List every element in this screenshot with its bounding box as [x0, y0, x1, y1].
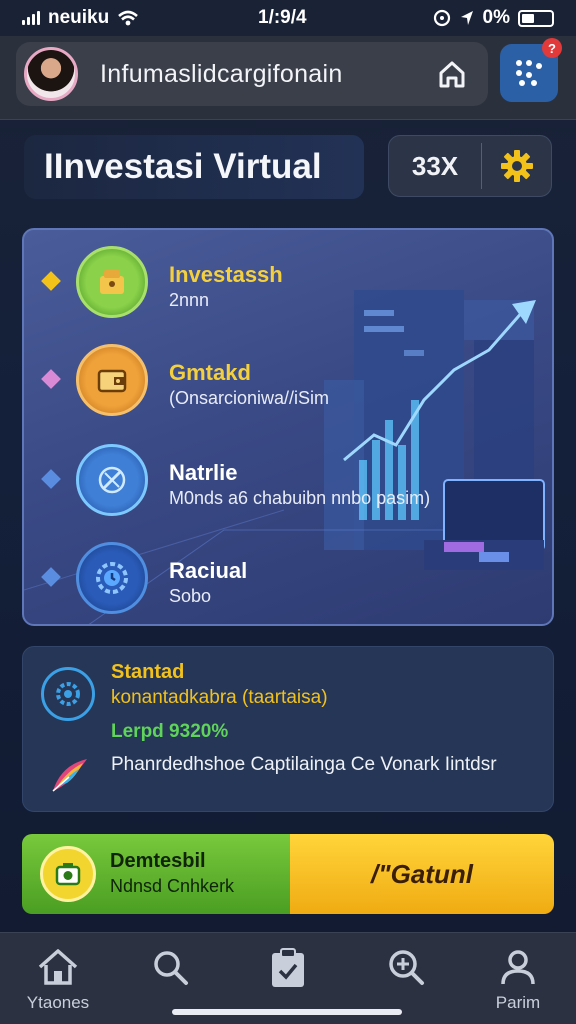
multiplier-value[interactable]: 33X	[389, 151, 481, 182]
status-bar: neuiku 1/:9/4 0%	[0, 0, 576, 36]
gear-icon	[500, 150, 533, 182]
strategy-rate: Lerpd 9320%	[111, 721, 229, 742]
investment-subtitle: (Onsarcioniwa//iSim	[169, 388, 330, 408]
avatar[interactable]	[24, 47, 78, 101]
strategy-subtitle: konantadkabra (taartaisa)	[111, 687, 328, 708]
investment-subtitle: Sobo	[169, 586, 212, 606]
home-outline-icon	[439, 61, 465, 88]
strategy-card[interactable]: Stantad konantadkabra (taartaisa) Lerpd …	[22, 646, 554, 812]
nav-item-profile[interactable]: Parim	[468, 947, 568, 1019]
cog-icon	[41, 667, 95, 721]
status-right: 0%	[433, 7, 554, 29]
green-button-title: Demtesbil	[110, 850, 206, 872]
home-button[interactable]	[434, 56, 470, 92]
investment-title: Investassh	[169, 262, 283, 287]
investment-subtitle: M0nds a6 chabuibn nnbo pasim)	[169, 488, 431, 508]
investment-item[interactable]: Gmtakd (Onsarcioniwa//iSim	[24, 332, 552, 428]
nav-label: Parim	[495, 993, 541, 1012]
investment-title: Gmtakd	[169, 360, 251, 385]
strategy-title: Stantad	[111, 661, 185, 683]
profile-icon	[501, 950, 535, 985]
alarm-icon	[433, 9, 450, 27]
diamond-icon	[41, 369, 61, 389]
app-header: Infumaslidcargifonain ?	[0, 36, 576, 120]
clipboard-icon	[272, 948, 304, 987]
gear-clock-icon	[76, 542, 148, 614]
wallet-icon	[76, 344, 148, 416]
multiplier-control[interactable]: 33X	[388, 135, 552, 197]
diamond-icon	[41, 271, 61, 291]
investment-title: Natrlie	[169, 460, 238, 485]
battery-text: 0%	[482, 7, 510, 28]
battery-icon	[518, 9, 554, 27]
diamond-icon	[41, 469, 61, 489]
wifi-icon	[118, 10, 139, 26]
dots-grid-icon	[516, 60, 542, 86]
investment-item[interactable]: Raciual Sobo	[24, 530, 552, 624]
profile-bar[interactable]: Infumaslidcargifonain	[16, 42, 488, 106]
carrier-text: neuiku	[48, 7, 110, 28]
diamond-icon	[41, 567, 61, 587]
header-title: Infumaslidcargifonain	[100, 59, 343, 88]
search-icon	[154, 951, 188, 985]
primary-action-button[interactable]: /"Gatunl	[290, 834, 554, 914]
investment-panel: Investassh 2nnn Gmtakd (Onsarcioniwa//iS…	[22, 228, 554, 626]
green-button-subtitle: Ndnsd Cnhkerk	[110, 876, 235, 896]
treasure-icon	[76, 246, 148, 318]
tools-icon	[76, 444, 148, 516]
strategy-description: Phanrdedhshoe Captilainga Ce Vonark Iint…	[111, 754, 497, 775]
investment-item[interactable]: Natrlie M0nds a6 chabuibn nnbo pasim)	[24, 432, 552, 528]
location-icon	[460, 11, 473, 25]
nav-label: Ytaones	[26, 993, 90, 1012]
deposit-button[interactable]: Demtesbil Ndnsd Cnhkerk	[22, 834, 290, 914]
settings-button[interactable]	[482, 148, 551, 184]
home-icon	[38, 949, 78, 985]
camera-icon	[40, 846, 96, 902]
feather-icon	[52, 759, 87, 792]
page-title: IInvestasi Virtual	[24, 135, 364, 199]
zoom-in-icon	[389, 950, 424, 985]
home-indicator[interactable]	[172, 1009, 402, 1015]
nav-item-home[interactable]: Ytaones	[8, 947, 108, 1019]
menu-grid-button[interactable]: ?	[500, 38, 562, 102]
investment-title: Raciual	[169, 558, 248, 583]
signal-icon	[22, 11, 40, 25]
investment-item[interactable]: Investassh 2nnn	[24, 234, 552, 330]
clock-text: 1/:9/4	[258, 7, 307, 28]
investment-subtitle: 2nnn	[169, 290, 210, 310]
notification-badge: ?	[542, 38, 562, 58]
status-left: neuiku	[22, 7, 139, 29]
